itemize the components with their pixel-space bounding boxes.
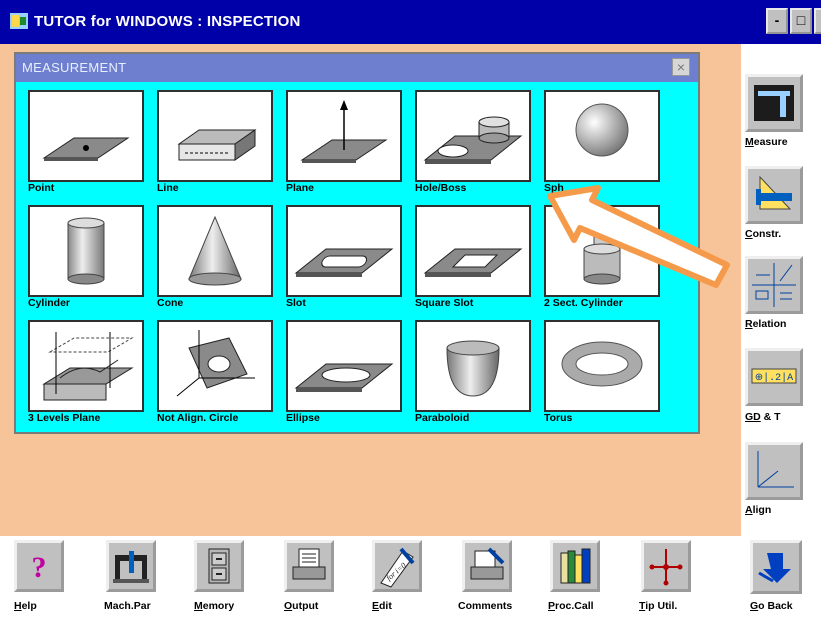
tile-slot[interactable]: [286, 205, 402, 297]
not-aligned-circle-icon: [176, 330, 255, 397]
question-icon: ?: [32, 551, 47, 584]
procedure-call-label: Proc.Call: [548, 600, 594, 612]
gdt-frame-icon: ⊕|.2|A: [751, 368, 797, 384]
slot-icon: [294, 248, 394, 277]
tile-square-slot[interactable]: [415, 205, 531, 297]
gdt-label: GD & T: [745, 411, 781, 423]
tile-ellipse[interactable]: [286, 320, 402, 412]
axes-icon: [757, 451, 794, 488]
memory-button[interactable]: [194, 540, 244, 592]
relation-icon: [752, 263, 796, 307]
tile-label: Square Slot: [415, 297, 474, 309]
measurement-panel-titlebar: MEASUREMENT ×: [16, 54, 698, 82]
machine-parameters-button[interactable]: [106, 540, 156, 592]
filing-cabinet-icon: [208, 548, 230, 584]
tile-line[interactable]: [157, 90, 273, 182]
tile-sphere[interactable]: [544, 90, 660, 182]
tile-label: Paraboloid: [415, 412, 470, 424]
output-label: Output: [284, 600, 319, 612]
square-slot-icon: [423, 248, 523, 277]
memory-label: Memory: [194, 600, 235, 612]
cone-icon: [188, 215, 242, 286]
tile-label: 3 Levels Plane: [28, 412, 101, 424]
go-back-button[interactable]: [750, 540, 802, 594]
edit-button[interactable]: for i=0: [372, 540, 422, 592]
go-back-label: Go Back: [750, 600, 793, 612]
three-levels-plane-icon: [42, 332, 134, 401]
tile-cone[interactable]: [157, 205, 273, 297]
measurement-panel-title: MEASUREMENT: [22, 60, 127, 75]
tile-hole-boss[interactable]: [415, 90, 531, 182]
tile-label: Cone: [157, 297, 184, 309]
close-button[interactable]: ×: [814, 8, 821, 34]
app-icon: [10, 13, 28, 29]
paraboloid-icon: [446, 340, 500, 397]
comments-label: Comments: [458, 600, 513, 612]
construction-label: Constr.: [745, 228, 782, 240]
tile-label: Hole/Boss: [415, 182, 467, 194]
comments-button[interactable]: [462, 540, 512, 592]
torus-icon: [561, 341, 643, 387]
cylinder-icon: [67, 217, 105, 285]
point-icon: [42, 137, 130, 161]
tile-label: Slot: [286, 297, 306, 309]
edit-label: Edit: [372, 600, 392, 612]
tile-not-aligned-circle[interactable]: [157, 320, 273, 412]
tip-utilities-label: Tip Util.: [639, 600, 678, 612]
tile-label: Torus: [544, 412, 573, 424]
ellipse-icon: [294, 363, 394, 392]
tile-label: Plane: [286, 182, 315, 194]
plane-icon: [300, 100, 388, 163]
cmm-machine-icon: [113, 551, 149, 583]
set-square-ruler-icon: [756, 175, 792, 210]
probe-tip-icon: [649, 549, 683, 586]
tile-label: Not Align. Circle: [157, 412, 239, 424]
tile-paraboloid[interactable]: [415, 320, 531, 412]
relation-button[interactable]: [745, 256, 803, 314]
window-titlebar: TUTOR for WINDOWS : INSPECTION - □ ×: [0, 0, 821, 44]
tile-label: Sph: [544, 182, 564, 194]
two-section-cylinder-icon: [583, 221, 621, 285]
tile-torus[interactable]: [544, 320, 660, 412]
procedure-call-button[interactable]: [550, 540, 600, 592]
maximize-button[interactable]: □: [790, 8, 812, 34]
help-label: Help: [14, 600, 37, 612]
help-button[interactable]: ?: [14, 540, 64, 592]
tile-label: Ellipse: [286, 412, 320, 424]
measure-label: Measure: [745, 136, 788, 148]
construction-button[interactable]: [745, 166, 803, 224]
machine-parameters-label: Mach.Par: [104, 600, 151, 612]
caliper-icon: [754, 85, 794, 121]
svg-text:⊕|.2|A: ⊕|.2|A: [755, 372, 793, 384]
measure-button[interactable]: [745, 74, 803, 132]
go-back-arrow-icon: [758, 553, 791, 583]
hole-boss-icon: [423, 116, 523, 164]
comment-printer-icon: [470, 547, 505, 580]
output-button[interactable]: [284, 540, 334, 592]
tile-label: Line: [157, 182, 179, 194]
measurement-panel-close-button[interactable]: ×: [672, 58, 690, 76]
svg-text:?: ?: [32, 551, 47, 584]
measurement-panel: MEASUREMENT × Point Line Plane Hole/Boss…: [14, 52, 700, 434]
gdt-button[interactable]: ⊕|.2|A: [745, 348, 803, 406]
sphere-icon: [575, 103, 629, 157]
tip-utilities-button[interactable]: [641, 540, 691, 592]
tile-plane[interactable]: [286, 90, 402, 182]
relation-label: Relation: [745, 318, 787, 330]
printer-icon: [292, 548, 326, 580]
tile-label: Cylinder: [28, 297, 71, 309]
align-button[interactable]: [745, 442, 803, 500]
tile-cylinder[interactable]: [28, 205, 144, 297]
books-icon: [560, 548, 591, 584]
tile-label: 2 Sect. Cylinder: [544, 297, 623, 309]
line-icon: [177, 129, 257, 161]
align-label: Align: [745, 504, 772, 516]
window-title: TUTOR for WINDOWS : INSPECTION: [34, 13, 301, 30]
pen-paper-icon: for i=0: [380, 547, 415, 588]
tile-three-levels-plane[interactable]: [28, 320, 144, 412]
minimize-button[interactable]: -: [766, 8, 788, 34]
tile-point[interactable]: [28, 90, 144, 182]
tile-two-section-cylinder[interactable]: [544, 205, 660, 297]
tile-label: Point: [28, 182, 55, 194]
